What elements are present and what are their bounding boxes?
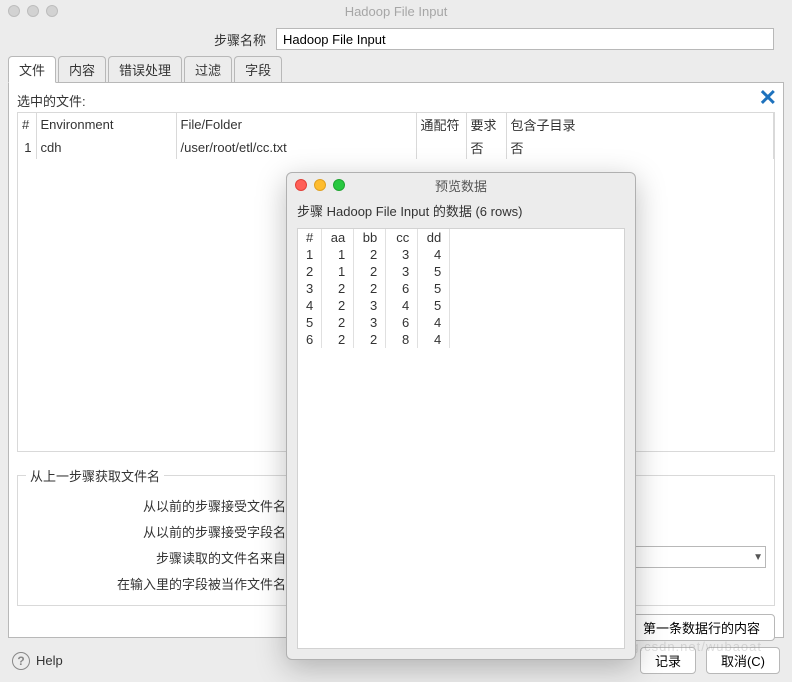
- data-cell: 8: [386, 331, 418, 348]
- data-cell: 6: [386, 314, 418, 331]
- cell-env[interactable]: cdh: [36, 136, 176, 159]
- dialog-subtitle: 步骤 Hadoop File Input 的数据 (6 rows): [287, 197, 635, 224]
- data-cell: 2: [322, 280, 354, 297]
- dialog-title: 预览数据: [287, 176, 635, 195]
- data-cell: 1: [322, 246, 354, 263]
- selected-file-label: 选中的文件:: [17, 91, 775, 110]
- cell-num: 1: [18, 136, 36, 159]
- help-icon: ?: [12, 652, 30, 670]
- step-source-label: 步骤读取的文件名来自: [26, 548, 286, 567]
- tab-bar: 文件 内容 错误处理 过滤 字段: [8, 56, 784, 83]
- data-cell: 4: [418, 331, 450, 348]
- first-row-button[interactable]: 第一条数据行的内容: [628, 614, 775, 641]
- close-icon[interactable]: [8, 5, 20, 17]
- data-cell: 5: [298, 314, 322, 331]
- prev-step-legend: 从上一步骤获取文件名: [26, 466, 164, 485]
- minimize-icon[interactable]: [27, 5, 39, 17]
- h-dd: dd: [418, 229, 450, 246]
- data-cell: 5: [418, 280, 450, 297]
- h-idx: #: [298, 229, 322, 246]
- data-cell: 3: [386, 246, 418, 263]
- data-row[interactable]: 52364: [298, 314, 450, 331]
- cell-file[interactable]: /user/root/etl/cc.txt: [176, 136, 416, 159]
- step-name-row: 步骤名称: [0, 22, 792, 56]
- table-row[interactable]: 1 cdh /user/root/etl/cc.txt 否 否: [18, 136, 774, 159]
- data-cell: 1: [322, 263, 354, 280]
- data-table[interactable]: # aa bb cc dd 11234212353226542345523646…: [297, 228, 625, 649]
- step-name-input[interactable]: [276, 28, 774, 50]
- h-bb: bb: [354, 229, 386, 246]
- data-cell: 4: [418, 314, 450, 331]
- main-window: Hadoop File Input 步骤名称 文件 内容 错误处理 过滤 字段 …: [0, 0, 792, 682]
- data-cell: 3: [298, 280, 322, 297]
- data-cell: 1: [298, 246, 322, 263]
- data-cell: 2: [322, 314, 354, 331]
- cell-required[interactable]: 否: [466, 136, 506, 159]
- step-name-label: 步骤名称: [0, 30, 270, 49]
- data-cell: 2: [354, 331, 386, 348]
- data-cell: 6: [298, 331, 322, 348]
- data-cell: 3: [386, 263, 418, 280]
- data-cell: 2: [354, 246, 386, 263]
- data-cell: 5: [418, 263, 450, 280]
- col-env: Environment: [36, 113, 176, 136]
- data-cell: 5: [418, 297, 450, 314]
- file-table-header: # Environment File/Folder 通配符 要求 包含子目录: [18, 113, 774, 136]
- col-required: 要求: [466, 113, 506, 136]
- data-cell: 4: [298, 297, 322, 314]
- col-file: File/Folder: [176, 113, 416, 136]
- data-row[interactable]: 11234: [298, 246, 450, 263]
- data-row[interactable]: 42345: [298, 297, 450, 314]
- data-cell: 2: [298, 263, 322, 280]
- data-row[interactable]: 21235: [298, 263, 450, 280]
- field-in-input-label: 在输入里的字段被当作文件名: [26, 574, 286, 593]
- data-table-header: # aa bb cc dd: [298, 229, 450, 246]
- tab-errors[interactable]: 错误处理: [108, 56, 182, 82]
- col-num: #: [18, 113, 36, 136]
- data-cell: 4: [418, 246, 450, 263]
- chevron-down-icon: ▼: [753, 552, 763, 563]
- data-cell: 2: [322, 331, 354, 348]
- window-controls: [8, 5, 58, 17]
- data-row[interactable]: 32265: [298, 280, 450, 297]
- tab-content[interactable]: 内容: [58, 56, 106, 82]
- h-aa: aa: [322, 229, 354, 246]
- help-button[interactable]: ? Help: [12, 652, 63, 670]
- data-cell: 4: [386, 297, 418, 314]
- window-title: Hadoop File Input: [0, 4, 792, 19]
- accept-filename-label: 从以前的步骤接受文件名: [26, 496, 286, 515]
- cell-wildcard[interactable]: [416, 136, 466, 159]
- accept-fieldname-label: 从以前的步骤接受字段名: [26, 522, 286, 541]
- col-wildcard: 通配符: [416, 113, 466, 136]
- data-cell: 2: [354, 263, 386, 280]
- titlebar: Hadoop File Input: [0, 0, 792, 22]
- preview-dialog: 预览数据 步骤 Hadoop File Input 的数据 (6 rows) #…: [286, 172, 636, 660]
- data-cell: 3: [354, 314, 386, 331]
- data-cell: 6: [386, 280, 418, 297]
- tab-filter[interactable]: 过滤: [184, 56, 232, 82]
- data-row[interactable]: 62284: [298, 331, 450, 348]
- data-cell: 3: [354, 297, 386, 314]
- h-cc: cc: [386, 229, 418, 246]
- tab-file[interactable]: 文件: [8, 56, 56, 83]
- cell-subdirs[interactable]: 否: [506, 136, 774, 159]
- panel-close-icon[interactable]: ✕: [759, 85, 777, 111]
- col-subdirs: 包含子目录: [506, 113, 774, 136]
- tab-fields[interactable]: 字段: [234, 56, 282, 82]
- dialog-titlebar: 预览数据: [287, 173, 635, 197]
- data-cell: 2: [354, 280, 386, 297]
- data-cell: 2: [322, 297, 354, 314]
- zoom-icon[interactable]: [46, 5, 58, 17]
- help-label: Help: [36, 653, 63, 668]
